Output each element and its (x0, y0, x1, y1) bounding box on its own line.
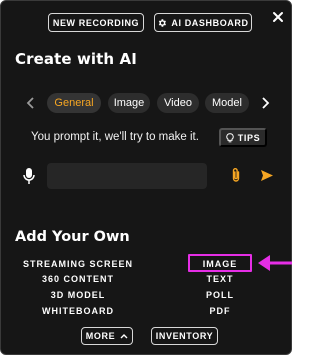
prompt-hint: You prompt it, we'll try to make it. (31, 131, 199, 143)
tab-general[interactable]: General (47, 93, 101, 113)
tab-image[interactable]: Image (108, 93, 150, 113)
more-label: MORE (85, 331, 116, 341)
add-poll[interactable]: POLL (206, 290, 234, 300)
add-360-content[interactable]: 360 CONTENT (42, 274, 114, 284)
lightbulb-icon (226, 132, 234, 142)
gear-icon (159, 18, 167, 27)
add-text[interactable]: TEXT (206, 274, 233, 284)
ai-dashboard-label: AI DASHBOARD (171, 17, 249, 28)
tab-video[interactable]: Video (157, 93, 199, 113)
create-panel: NEW RECORDING AI DASHBOARD Create with A… (0, 0, 292, 355)
new-recording-label: NEW RECORDING (52, 17, 140, 28)
ai-category-tabs: General Image Video Model (1, 93, 293, 113)
inventory-button[interactable]: INVENTORY (151, 327, 218, 345)
tab-image-label: Image (113, 97, 145, 109)
create-with-ai-title: Create with AI (15, 50, 137, 68)
paperclip-icon[interactable] (230, 167, 242, 183)
add-whiteboard[interactable]: WHITEBOARD (42, 306, 114, 316)
add-3d-model[interactable]: 3D MODEL (51, 290, 106, 300)
image-highlight-box (188, 254, 252, 272)
add-streaming-screen[interactable]: STREAMING SCREEN (23, 259, 133, 269)
tab-model[interactable]: Model (205, 93, 249, 113)
ai-dashboard-button[interactable]: AI DASHBOARD (154, 13, 252, 32)
chevron-left-icon[interactable] (25, 96, 37, 110)
add-pdf[interactable]: PDF (210, 306, 231, 316)
tab-video-label: Video (164, 97, 192, 109)
add-your-own-title: Add Your Own (15, 229, 130, 245)
chevron-right-icon[interactable] (259, 96, 271, 110)
tab-general-label: General (54, 97, 94, 109)
prompt-input[interactable] (47, 163, 207, 189)
more-button[interactable]: MORE (81, 327, 133, 345)
tab-model-label: Model (212, 97, 242, 109)
send-icon[interactable] (260, 169, 274, 182)
tips-label: TIPS (237, 132, 261, 143)
microphone-icon[interactable] (22, 167, 36, 185)
chevron-up-icon (120, 334, 128, 339)
close-icon[interactable] (271, 10, 285, 24)
inventory-label: INVENTORY (155, 331, 214, 341)
tips-button[interactable]: TIPS (219, 128, 267, 147)
new-recording-button[interactable]: NEW RECORDING (48, 13, 144, 32)
arrow-left-icon (258, 255, 292, 271)
